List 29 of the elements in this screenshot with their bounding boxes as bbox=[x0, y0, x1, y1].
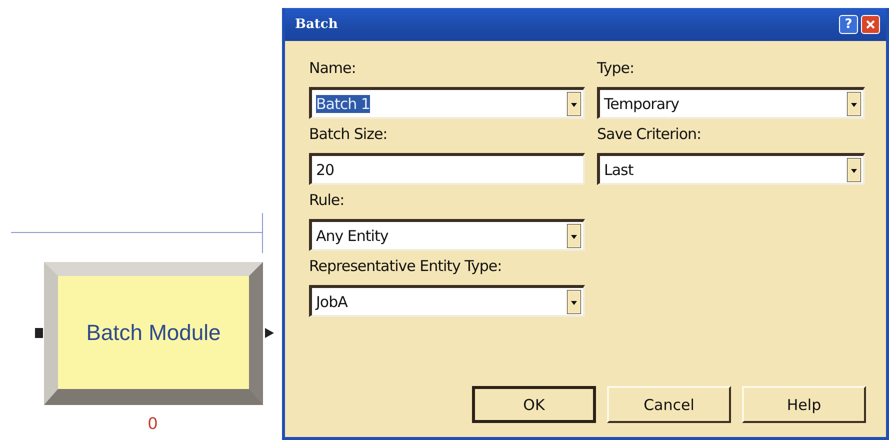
help-button[interactable]: ? bbox=[839, 15, 858, 34]
combo-box[interactable]: Any Entity bbox=[309, 219, 585, 251]
field-label: Representative Entity Type: bbox=[309, 257, 503, 275]
module-block[interactable]: Batch Module bbox=[44, 262, 263, 405]
close-icon bbox=[866, 20, 875, 29]
module-label: Batch Module bbox=[86, 320, 221, 346]
field-label: Save Criterion: bbox=[597, 125, 702, 143]
combo-box[interactable]: Batch 1 bbox=[309, 87, 585, 119]
module-counter: 0 bbox=[148, 414, 158, 434]
dropdown-arrow-icon[interactable] bbox=[847, 158, 861, 182]
exit-point-icon bbox=[265, 328, 274, 338]
entry-point-icon bbox=[35, 328, 43, 338]
dialog-button[interactable]: OK bbox=[472, 386, 596, 423]
combo-box[interactable]: Temporary bbox=[597, 87, 865, 119]
dropdown-arrow-icon[interactable] bbox=[847, 92, 861, 116]
field-label: Batch Size: bbox=[309, 125, 388, 143]
field-label: Rule: bbox=[309, 191, 346, 209]
combo-box[interactable]: JobA bbox=[309, 285, 585, 317]
field-label: Type: bbox=[597, 59, 636, 77]
dialog-button[interactable]: Cancel bbox=[607, 386, 731, 423]
close-button[interactable] bbox=[861, 15, 880, 34]
combo-box[interactable]: Last bbox=[597, 153, 865, 185]
dropdown-arrow-icon[interactable] bbox=[567, 92, 581, 116]
field-label: Name: bbox=[309, 59, 357, 77]
dropdown-arrow-icon[interactable] bbox=[567, 290, 581, 314]
dialog-button[interactable]: Help bbox=[742, 386, 866, 423]
window-title: Batch bbox=[295, 17, 339, 32]
input-field[interactable]: 20 bbox=[309, 153, 585, 185]
dropdown-arrow-icon[interactable] bbox=[567, 224, 581, 248]
